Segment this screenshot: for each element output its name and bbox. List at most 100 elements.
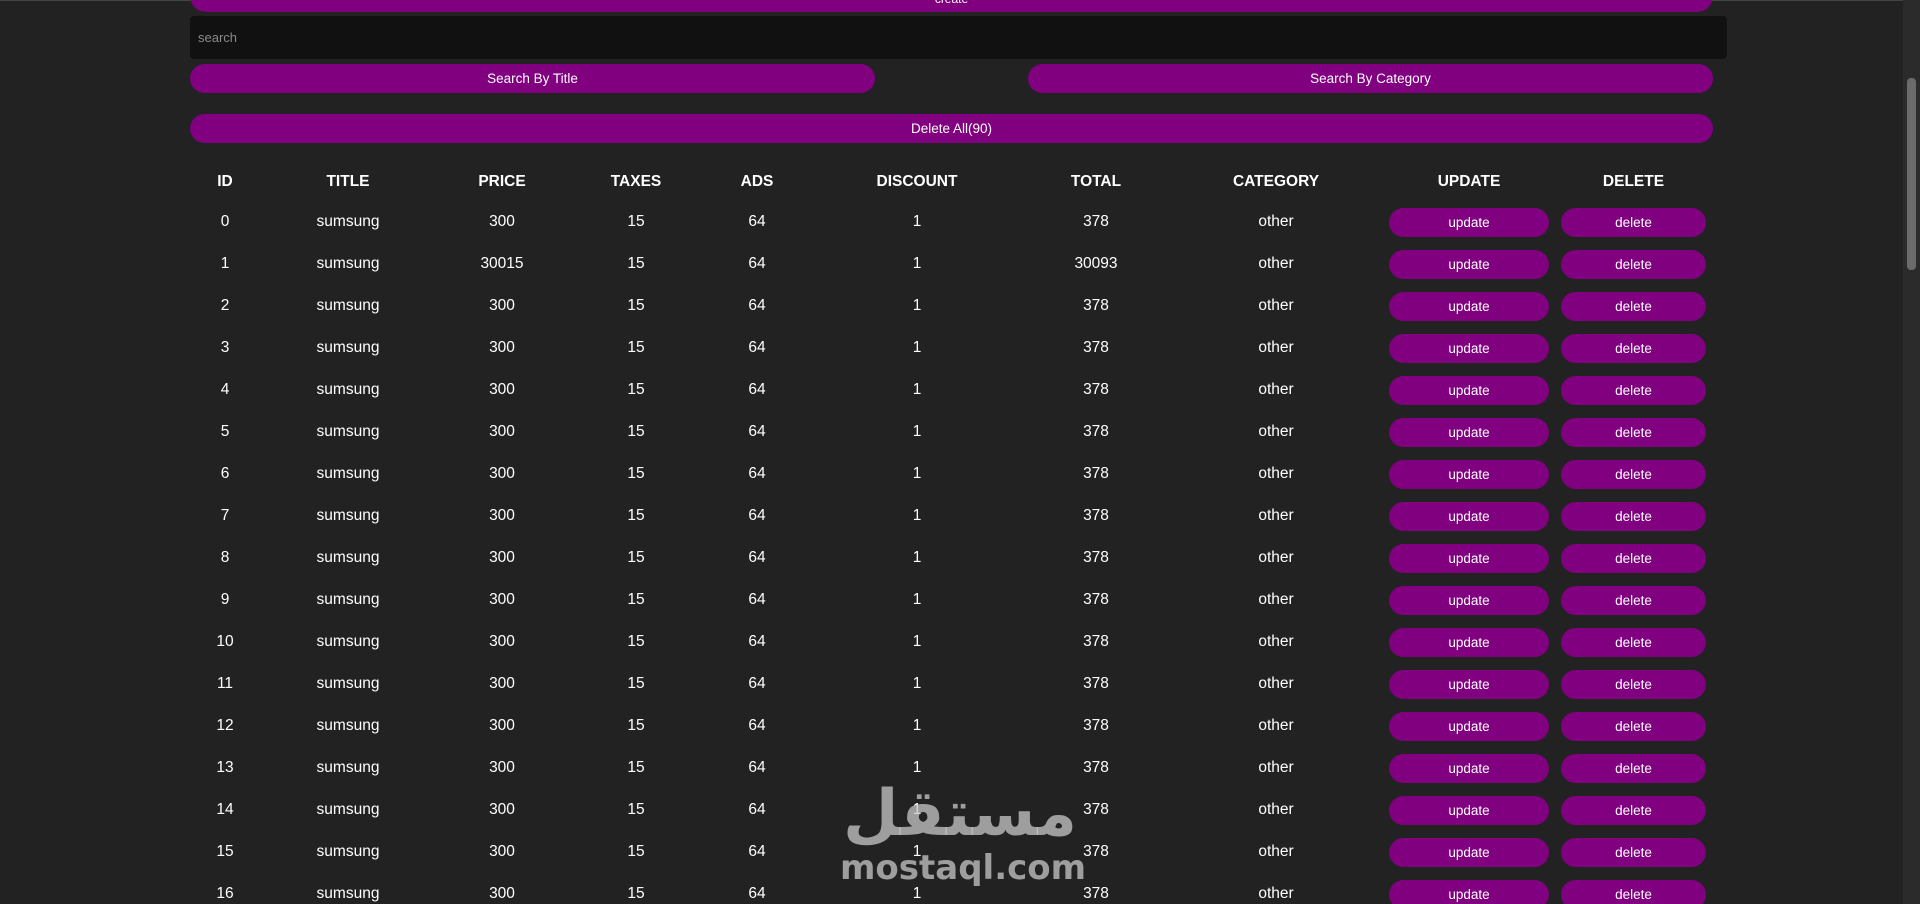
cell-category: other bbox=[1258, 717, 1294, 734]
column-header-price: PRICE bbox=[478, 173, 526, 190]
column-header-update: UPDATE bbox=[1437, 173, 1501, 190]
update-button[interactable]: update bbox=[1389, 291, 1549, 321]
update-button[interactable]: update bbox=[1389, 501, 1549, 531]
scrollbar-thumb[interactable] bbox=[1907, 78, 1916, 270]
search-input[interactable] bbox=[190, 16, 1727, 59]
delete-button[interactable]: delete bbox=[1561, 333, 1706, 363]
cell-update: update bbox=[1384, 495, 1554, 537]
table-row: 16 sumsung 300 15 64 1 378 other update delete bbox=[190, 873, 1713, 904]
update-button[interactable]: update bbox=[1389, 249, 1549, 279]
cell-discount: 1 bbox=[912, 633, 922, 650]
update-button[interactable]: update bbox=[1389, 459, 1549, 489]
cell-taxes: 15 bbox=[627, 759, 645, 776]
cell-total: 378 bbox=[1083, 885, 1109, 902]
table-row: 15 sumsung 300 15 64 1 378 other update delete bbox=[190, 831, 1713, 873]
table-row: 13 sumsung 300 15 64 1 378 other update delete bbox=[190, 747, 1713, 789]
cell-total: 378 bbox=[1083, 675, 1109, 692]
cell-price: 300 bbox=[489, 885, 515, 902]
cell-discount: 1 bbox=[912, 339, 922, 356]
table-row: 5 sumsung 300 15 64 1 378 other update delete bbox=[190, 411, 1713, 453]
cell-ads: 64 bbox=[748, 213, 766, 230]
delete-button[interactable]: delete bbox=[1561, 291, 1706, 321]
column-header-category: CATEGORY bbox=[1232, 173, 1320, 190]
cell-taxes: 15 bbox=[627, 507, 645, 524]
update-button[interactable]: update bbox=[1389, 333, 1549, 363]
update-button[interactable]: update bbox=[1389, 417, 1549, 447]
cell-title: sumsung bbox=[316, 843, 380, 860]
update-button[interactable]: update bbox=[1389, 627, 1549, 657]
cell-update: update bbox=[1384, 327, 1554, 369]
cell-discount: 1 bbox=[912, 801, 922, 818]
cell-category: other bbox=[1258, 465, 1294, 482]
cell-category: other bbox=[1258, 339, 1294, 356]
delete-button[interactable]: delete bbox=[1561, 249, 1706, 279]
delete-button[interactable]: delete bbox=[1561, 375, 1706, 405]
delete-button[interactable]: delete bbox=[1561, 795, 1706, 825]
table-row: 2 sumsung 300 15 64 1 378 other update delete bbox=[190, 285, 1713, 327]
cell-delete: delete bbox=[1554, 663, 1713, 705]
cell-ads: 64 bbox=[748, 549, 766, 566]
update-button[interactable]: update bbox=[1389, 879, 1549, 904]
delete-button[interactable]: delete bbox=[1561, 711, 1706, 741]
cell-update: update bbox=[1384, 621, 1554, 663]
cell-total: 378 bbox=[1083, 297, 1109, 314]
cell-category: other bbox=[1258, 549, 1294, 566]
update-button[interactable]: update bbox=[1389, 207, 1549, 237]
cell-ads: 64 bbox=[748, 885, 766, 902]
delete-all-button[interactable]: Delete All(90) bbox=[190, 114, 1713, 143]
cell-price: 300 bbox=[489, 633, 515, 650]
cell-update: update bbox=[1384, 663, 1554, 705]
cell-discount: 1 bbox=[912, 885, 922, 902]
cell-discount: 1 bbox=[912, 549, 922, 566]
table-row: 11 sumsung 300 15 64 1 378 other update delete bbox=[190, 663, 1713, 705]
cell-title: sumsung bbox=[316, 339, 380, 356]
cell-delete: delete bbox=[1554, 243, 1713, 285]
table-row: 1 sumsung 30015 15 64 1 30093 other update delete bbox=[190, 243, 1713, 285]
delete-button[interactable]: delete bbox=[1561, 753, 1706, 783]
cell-id: 16 bbox=[216, 885, 234, 902]
cell-id: 9 bbox=[220, 591, 230, 608]
delete-button[interactable]: delete bbox=[1561, 459, 1706, 489]
delete-button[interactable]: delete bbox=[1561, 669, 1706, 699]
cell-price: 300 bbox=[489, 801, 515, 818]
delete-button[interactable]: delete bbox=[1561, 417, 1706, 447]
cell-id: 6 bbox=[220, 465, 230, 482]
update-button[interactable]: update bbox=[1389, 669, 1549, 699]
cell-ads: 64 bbox=[748, 717, 766, 734]
cell-title: sumsung bbox=[316, 675, 380, 692]
cell-ads: 64 bbox=[748, 339, 766, 356]
search-by-title-button[interactable]: Search By Title bbox=[190, 64, 875, 93]
update-button[interactable]: update bbox=[1389, 543, 1549, 573]
cell-ads: 64 bbox=[748, 507, 766, 524]
cell-discount: 1 bbox=[912, 717, 922, 734]
table-header: ID TITLE PRICE TAXES ADS DISCOUNT TOTAL CATEGOR… bbox=[190, 163, 1713, 201]
cell-id: 1 bbox=[220, 255, 230, 272]
delete-button[interactable]: delete bbox=[1561, 543, 1706, 573]
cell-discount: 1 bbox=[912, 255, 922, 272]
cell-ads: 64 bbox=[748, 633, 766, 650]
update-button[interactable]: update bbox=[1389, 753, 1549, 783]
update-button[interactable]: update bbox=[1389, 837, 1549, 867]
cell-price: 300 bbox=[489, 759, 515, 776]
vertical-scrollbar[interactable] bbox=[1903, 0, 1920, 904]
update-button[interactable]: update bbox=[1389, 711, 1549, 741]
cell-title: sumsung bbox=[316, 801, 380, 818]
delete-button[interactable]: delete bbox=[1561, 837, 1706, 867]
cell-id: 5 bbox=[220, 423, 230, 440]
cell-taxes: 15 bbox=[627, 885, 645, 902]
cell-update: update bbox=[1384, 453, 1554, 495]
update-button[interactable]: update bbox=[1389, 375, 1549, 405]
delete-button[interactable]: delete bbox=[1561, 627, 1706, 657]
create-button[interactable]: create bbox=[190, 0, 1713, 12]
delete-button[interactable]: delete bbox=[1561, 585, 1706, 615]
search-by-category-button[interactable]: Search By Category bbox=[1028, 64, 1713, 93]
delete-button[interactable]: delete bbox=[1561, 207, 1706, 237]
cell-title: sumsung bbox=[316, 885, 380, 902]
cell-title: sumsung bbox=[316, 213, 380, 230]
cell-category: other bbox=[1258, 759, 1294, 776]
delete-button[interactable]: delete bbox=[1561, 879, 1706, 904]
table-row: 6 sumsung 300 15 64 1 378 other update delete bbox=[190, 453, 1713, 495]
update-button[interactable]: update bbox=[1389, 585, 1549, 615]
update-button[interactable]: update bbox=[1389, 795, 1549, 825]
delete-button[interactable]: delete bbox=[1561, 501, 1706, 531]
